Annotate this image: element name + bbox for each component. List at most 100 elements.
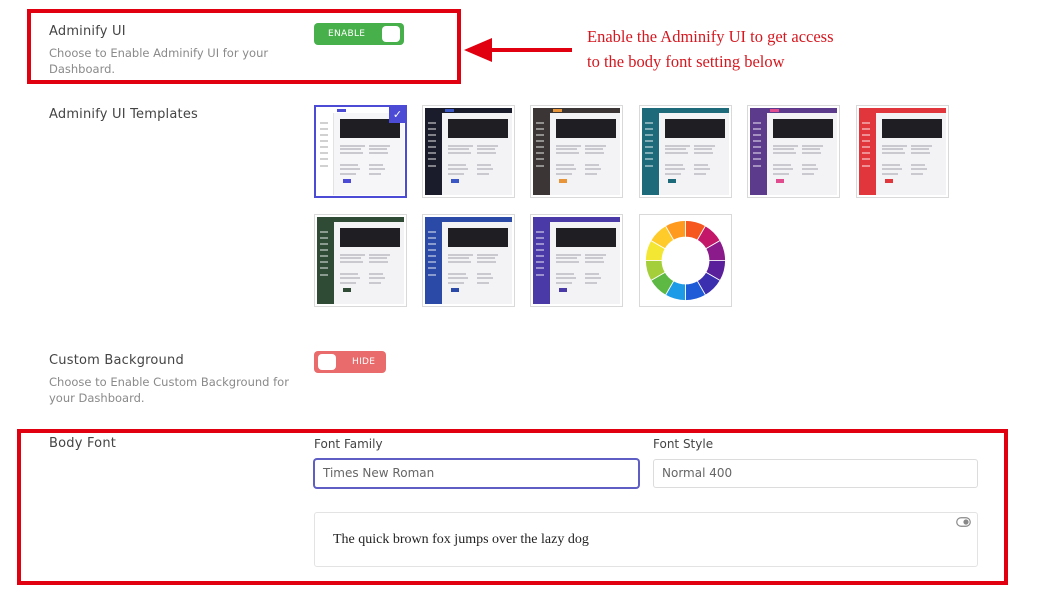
- template-content-line: [585, 151, 605, 154]
- template-content-line: [665, 144, 690, 147]
- template-content-line: [585, 257, 603, 260]
- template-teal[interactable]: [639, 105, 732, 198]
- template-content-line: [369, 173, 382, 176]
- template-content-line: [448, 277, 468, 280]
- annotation-line-1: Enable the Adminify UI to get access: [587, 27, 834, 46]
- template-menu-line: [320, 267, 329, 270]
- template-menu-line: [428, 237, 437, 239]
- template-content-line: [694, 163, 709, 166]
- template-content-line: [585, 163, 600, 166]
- template-welcome-banner: [448, 228, 508, 247]
- template-menu-line: [428, 261, 437, 264]
- toggle-knob: [318, 354, 336, 370]
- template-content-line: [369, 257, 387, 260]
- template-menu-line: [753, 152, 762, 155]
- template-menu-line: [753, 134, 762, 137]
- template-content-line: [665, 163, 683, 166]
- template-content-line: [585, 144, 607, 147]
- template-menu-line: [320, 152, 329, 155]
- template-menu-line: [536, 121, 545, 124]
- template-menu-line: [862, 146, 871, 149]
- template-content-line: [556, 260, 580, 263]
- template-content-line: [911, 163, 926, 166]
- template-dark-brown[interactable]: [530, 105, 623, 198]
- template-menu-line: [320, 243, 329, 246]
- template-content-line: [340, 277, 360, 280]
- template-content-line: [477, 168, 493, 171]
- template-content-line: [882, 148, 904, 151]
- template-menu-line: [753, 128, 762, 130]
- template-red[interactable]: [856, 105, 949, 198]
- template-content-line: [477, 282, 490, 285]
- custom-template-option[interactable]: [639, 214, 732, 307]
- template-royal-blue[interactable]: [422, 214, 515, 307]
- template-content-line: [882, 151, 906, 154]
- template-content-line: [556, 257, 578, 260]
- template-content-line: [556, 144, 581, 147]
- template-menu-line: [320, 164, 329, 167]
- template-content-line: [802, 144, 824, 147]
- template-preview: [425, 108, 512, 195]
- template-content-line: [448, 260, 472, 263]
- template-accent-button: [343, 288, 351, 292]
- template-welcome-banner: [556, 228, 616, 247]
- template-menu-line: [536, 134, 545, 137]
- font-style-select[interactable]: Normal 400: [653, 459, 978, 488]
- template-menu-line: [536, 152, 545, 155]
- template-content-line: [477, 148, 495, 151]
- template-content-line: [694, 148, 712, 151]
- template-topbar-accent: [553, 109, 562, 112]
- template-content-line: [585, 173, 598, 176]
- template-content-line: [911, 144, 933, 147]
- template-dark-navy[interactable]: [422, 105, 515, 198]
- body-font-title: Body Font: [49, 436, 117, 451]
- font-preview-text: The quick brown fox jumps over the lazy …: [333, 532, 589, 547]
- template-menu-line: [862, 158, 871, 161]
- template-menu-line: [536, 237, 545, 239]
- template-menu-line: [753, 140, 762, 143]
- template-content-line: [340, 144, 365, 147]
- template-indigo[interactable]: [530, 214, 623, 307]
- template-content-line: [340, 151, 364, 154]
- template-content-line: [585, 277, 601, 280]
- template-accent-button: [885, 179, 893, 183]
- template-menu-line: [862, 152, 871, 155]
- template-topbar-accent: [770, 109, 779, 112]
- font-family-select[interactable]: Times New Roman: [314, 459, 639, 488]
- template-content-line: [340, 173, 357, 176]
- template-content-line: [556, 151, 580, 154]
- template-menu-line: [428, 230, 437, 233]
- template-light[interactable]: ✓: [314, 105, 407, 198]
- custom-background-toggle[interactable]: HIDE: [314, 351, 386, 373]
- template-content-line: [369, 163, 384, 166]
- template-menu-line: [428, 134, 437, 137]
- template-menu-line: [645, 128, 654, 130]
- template-content-line: [369, 148, 387, 151]
- selected-check-icon: ✓: [389, 106, 406, 123]
- templates-title: Adminify UI Templates: [49, 107, 198, 122]
- template-menu-line: [320, 261, 329, 264]
- template-content-line: [448, 168, 468, 171]
- custom-background-description: Choose to Enable Custom Background for y…: [49, 374, 289, 406]
- template-menu-line: [536, 164, 545, 167]
- template-menu-line: [753, 158, 762, 161]
- template-content-line: [477, 272, 492, 275]
- template-menu-line: [536, 243, 545, 246]
- template-menu-line: [320, 128, 329, 130]
- template-menu-line: [320, 134, 329, 137]
- template-content-line: [448, 173, 465, 176]
- template-purple[interactable]: [747, 105, 840, 198]
- template-menu-line: [862, 121, 871, 124]
- template-content-line: [585, 168, 601, 171]
- template-topbar-accent: [445, 218, 454, 221]
- template-topbar: [425, 217, 512, 222]
- template-content-line: [448, 144, 473, 147]
- toggle-preview-icon[interactable]: [956, 517, 971, 527]
- template-content-line: [477, 173, 490, 176]
- template-forest-green[interactable]: [314, 214, 407, 307]
- template-content-line: [911, 151, 931, 154]
- template-topbar: [642, 108, 729, 113]
- template-topbar: [425, 108, 512, 113]
- template-content-line: [477, 144, 499, 147]
- template-accent-button: [343, 179, 351, 183]
